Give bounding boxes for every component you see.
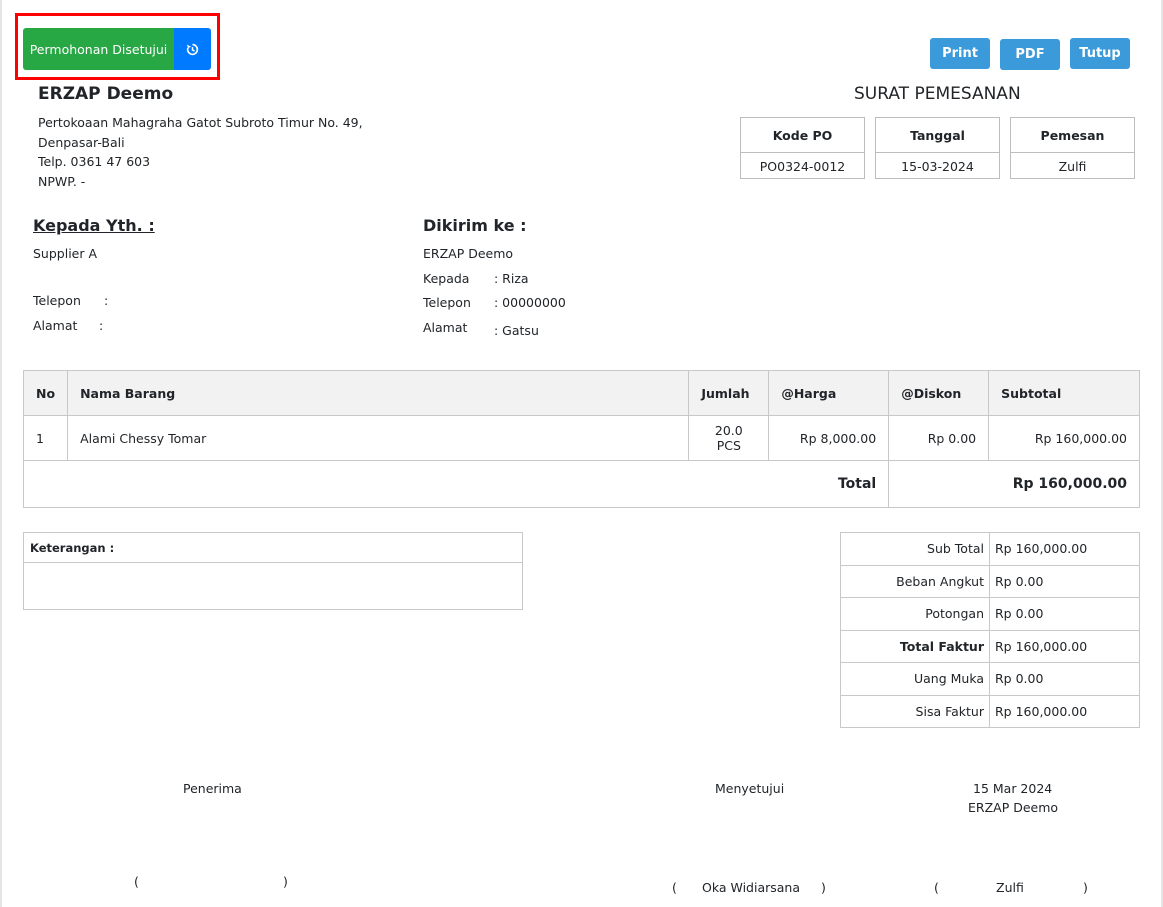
company-phone: Telp. 0361 47 603	[38, 154, 151, 169]
close-label: Tutup	[1079, 46, 1121, 61]
approval-status-button[interactable]: Permohonan Disetujui	[23, 28, 174, 70]
summary-value: Rp 160,000.00	[989, 694, 1140, 728]
item-subtotal: Rp 160,000.00	[988, 415, 1140, 461]
items-table: No Nama Barang Jumlah @Harga @Diskon Sub…	[22, 370, 1140, 508]
receiver-label: Penerima	[183, 781, 242, 796]
signer-close-paren: )	[1083, 880, 1088, 895]
company-address-line1: Pertokoaan Mahagraha Gatot Subroto Timur…	[38, 115, 363, 130]
ship-to-label: Telepon	[423, 295, 471, 310]
meta-value: PO0324-0012	[759, 158, 846, 174]
ship-to-label: Kepada	[423, 271, 470, 286]
signature-date: 15 Mar 2024	[973, 781, 1053, 796]
summary-label: Beban Angkut	[840, 564, 990, 598]
summary-row: Sub Total Rp 160,000.00	[840, 532, 1140, 566]
summary-value: Rp 160,000.00	[989, 532, 1140, 566]
receiver-close-paren: )	[283, 874, 288, 889]
summary-row: Beban Angkut Rp 0.00	[840, 564, 1140, 598]
table-row: 1 Alami Chessy Tomar 20.0 PCS Rp 8,000.0…	[22, 415, 1140, 461]
meta-label: Tanggal	[876, 118, 999, 153]
summary-row: Uang Muka Rp 0.00	[840, 662, 1140, 696]
meta-label: Pemesan	[1011, 118, 1134, 153]
ship-to-name: ERZAP Deemo	[423, 246, 514, 261]
item-qty: 20.0 PCS	[688, 415, 770, 461]
summary-label: Total Faktur	[840, 629, 990, 663]
pdf-label: PDF	[1015, 47, 1045, 62]
signer-open-paren: (	[934, 880, 939, 895]
summary-value: Rp 0.00	[989, 662, 1140, 696]
recipient-address-sep: :	[99, 318, 104, 333]
column-header: @Diskon	[888, 370, 990, 416]
recipient-address-label: Alamat	[33, 318, 78, 333]
recipient-title: Kepada Yth. :	[33, 216, 155, 235]
document-title: SURAT PEMESANAN	[854, 84, 1021, 104]
recipient-name: Supplier A	[33, 246, 98, 261]
column-header: Subtotal	[988, 370, 1140, 416]
recipient-phone-sep: :	[104, 293, 109, 308]
summary-row: Potongan Rp 0.00	[840, 597, 1140, 631]
print-button[interactable]: Print	[930, 38, 990, 69]
summary-label: Sisa Faktur	[840, 694, 990, 728]
print-label: Print	[942, 46, 978, 61]
ship-to-title: Dikirim ke :	[423, 216, 527, 235]
item-price: Rp 8,000.00	[768, 415, 890, 461]
total-label: Total	[22, 460, 890, 508]
company-npwp: NPWP. -	[38, 174, 86, 189]
ship-to-value: : Gatsu	[494, 323, 539, 338]
meta-value: 15-03-2024	[901, 158, 974, 174]
item-no: 1	[22, 415, 69, 461]
table-total-row: Total Rp 160,000.00	[22, 460, 1140, 508]
summary-row: Total Faktur Rp 160,000.00	[840, 629, 1140, 663]
meta-value: Zulfi	[1058, 158, 1087, 174]
summary-value: Rp 0.00	[989, 597, 1140, 631]
summary-label: Uang Muka	[840, 662, 990, 696]
close-button[interactable]: Tutup	[1070, 38, 1130, 69]
summary-value: Rp 160,000.00	[989, 629, 1140, 663]
recipient-phone-label: Telepon	[33, 293, 81, 308]
column-header: Jumlah	[688, 370, 770, 416]
meta-po-code: Kode PO PO0324-0012	[740, 117, 865, 179]
approver-label: Menyetujui	[715, 781, 785, 796]
table-header-row: No Nama Barang Jumlah @Harga @Diskon Sub…	[22, 370, 1140, 416]
summary-label: Sub Total	[840, 532, 990, 566]
item-name: Alami Chessy Tomar	[67, 415, 690, 461]
meta-date: Tanggal 15-03-2024	[875, 117, 1000, 179]
company-name: ERZAP Deemo	[38, 84, 174, 104]
summary-row: Sisa Faktur Rp 160,000.00	[840, 694, 1140, 728]
notes-label: Keterangan :	[24, 533, 522, 563]
summary-label: Potongan	[840, 597, 990, 631]
summary-value: Rp 0.00	[989, 564, 1140, 598]
pdf-button[interactable]: PDF	[1000, 39, 1060, 70]
ship-to-label: Alamat	[423, 320, 468, 335]
signature-company: ERZAP Deemo	[968, 800, 1059, 815]
approver-name: Oka Widiarsana	[702, 880, 801, 895]
column-header: Nama Barang	[67, 370, 690, 416]
ship-to-value: : 00000000	[494, 295, 566, 310]
approver-open-paren: (	[672, 880, 677, 895]
history-icon	[186, 43, 199, 55]
meta-orderer: Pemesan Zulfi	[1010, 117, 1135, 179]
item-discount: Rp 0.00	[888, 415, 990, 461]
approval-status-label: Permohonan Disetujui	[29, 41, 168, 57]
ship-to-value: : Riza	[494, 271, 529, 286]
signer-name: Zulfi	[996, 880, 1024, 895]
company-address-line2: Denpasar-Bali	[38, 135, 125, 150]
notes-box: Keterangan :	[23, 532, 523, 610]
approver-close-paren: )	[821, 880, 826, 895]
column-header: @Harga	[768, 370, 890, 416]
column-header: No	[22, 370, 69, 416]
history-button[interactable]	[174, 28, 211, 70]
receiver-open-paren: (	[134, 874, 139, 889]
total-value: Rp 160,000.00	[888, 460, 1140, 508]
meta-label: Kode PO	[741, 118, 864, 153]
summary-table: Sub Total Rp 160,000.00 Beban Angkut Rp …	[840, 532, 1140, 728]
